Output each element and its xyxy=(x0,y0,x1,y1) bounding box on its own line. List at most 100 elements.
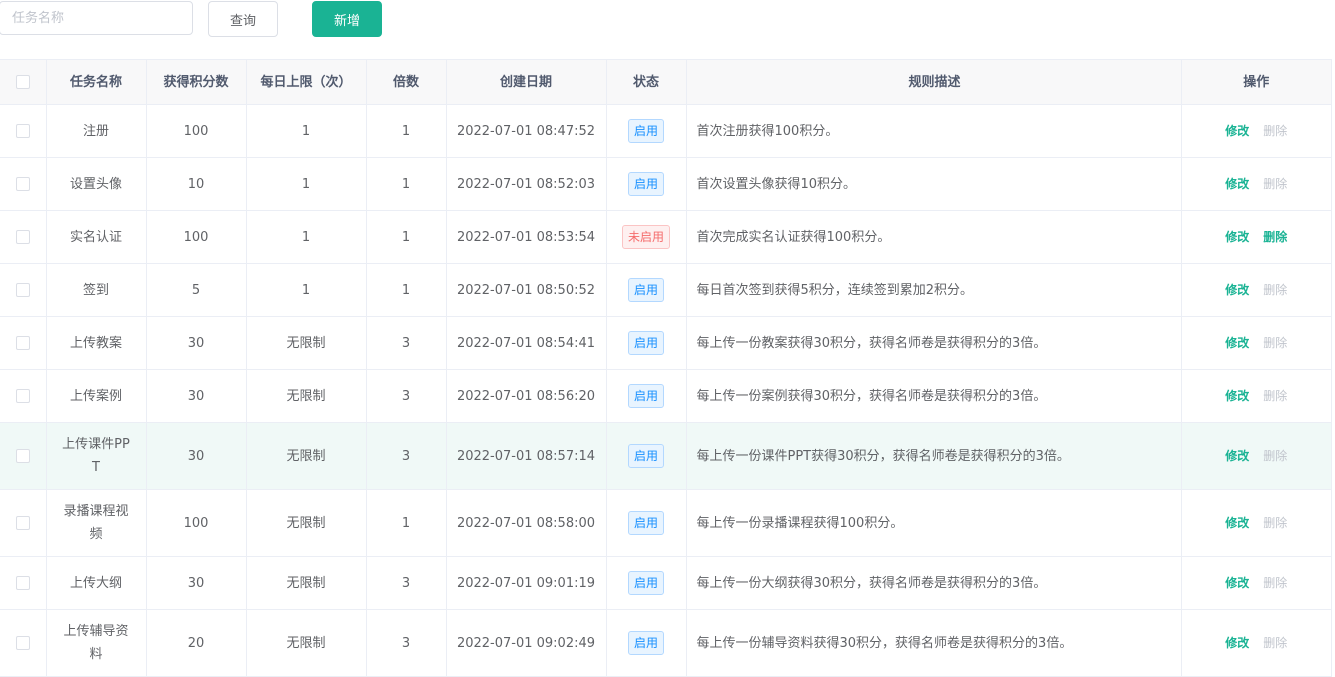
select-all-cell xyxy=(0,59,47,105)
header-created-date: 创建日期 xyxy=(446,59,607,105)
add-button[interactable]: 新增 xyxy=(312,1,382,37)
cell-points: 30 xyxy=(146,422,247,490)
task-table: 任务名称 获得积分数 每日上限（次） 倍数 创建日期 状态 规则描述 操作 注册… xyxy=(0,59,1332,677)
table-row: 上传课件PPT 30 无限制 3 2022-07-01 08:57:14 启用 每上传一份课… xyxy=(0,422,1331,490)
cell-task-name: 上传课件PPT xyxy=(46,422,147,490)
table-row: 签到 5 1 1 2022-07-01 08:50:52 启用 每日首次签到获得5积分，连续… xyxy=(0,263,1331,317)
row-checkbox[interactable] xyxy=(15,389,30,403)
cell-status: 启用 xyxy=(606,489,687,557)
table-row: 录播课程视频 100 无限制 1 2022-07-01 08:58:00 启用 每上传一份录… xyxy=(0,489,1331,557)
row-checkbox[interactable] xyxy=(15,336,30,350)
row-checkbox[interactable] xyxy=(15,230,30,244)
header-multiplier: 倍数 xyxy=(366,59,447,105)
cell-actions: 修改 删除 xyxy=(1181,210,1331,264)
edit-link[interactable]: 修改 xyxy=(1225,516,1249,530)
delete-link[interactable]: 删除 xyxy=(1263,516,1287,530)
header-daily-limit: 每日上限（次） xyxy=(246,59,367,105)
cell-rule-desc: 每上传一份教案获得30积分，获得名师卷是获得积分的3倍。 xyxy=(686,316,1182,370)
cell-created-date: 2022-07-01 09:01:19 xyxy=(446,556,607,610)
delete-link[interactable]: 删除 xyxy=(1263,389,1287,403)
cell-actions: 修改 删除 xyxy=(1181,157,1331,211)
delete-link[interactable]: 删除 xyxy=(1263,576,1287,590)
cell-multiplier: 3 xyxy=(366,609,447,677)
cell-daily-limit: 无限制 xyxy=(246,489,367,557)
edit-link[interactable]: 修改 xyxy=(1225,389,1249,403)
cell-task-name: 上传案例 xyxy=(46,369,147,423)
cell-created-date: 2022-07-01 08:53:54 xyxy=(446,210,607,264)
cell-actions: 修改 删除 xyxy=(1181,422,1331,490)
status-badge: 启用 xyxy=(627,278,664,302)
cell-created-date: 2022-07-01 08:58:00 xyxy=(446,489,607,557)
edit-link[interactable]: 修改 xyxy=(1225,336,1249,350)
cell-status: 启用 xyxy=(606,422,687,490)
delete-link[interactable]: 删除 xyxy=(1263,230,1287,244)
delete-link[interactable]: 删除 xyxy=(1263,636,1287,650)
row-select-cell xyxy=(0,556,47,610)
delete-link[interactable]: 删除 xyxy=(1263,177,1287,191)
edit-link[interactable]: 修改 xyxy=(1225,576,1249,590)
table-row: 实名认证 100 1 1 2022-07-01 08:53:54 未启用 首次完成实名认证获… xyxy=(0,210,1331,264)
cell-created-date: 2022-07-01 08:57:14 xyxy=(446,422,607,490)
status-badge: 启用 xyxy=(627,119,664,143)
row-checkbox[interactable] xyxy=(15,636,30,650)
cell-points: 30 xyxy=(146,316,247,370)
cell-rule-desc: 首次注册获得100积分。 xyxy=(686,104,1182,158)
table-row: 上传辅导资料 20 无限制 3 2022-07-01 09:02:49 启用 每上传一份辅导… xyxy=(0,609,1331,677)
status-badge: 启用 xyxy=(627,172,664,196)
task-name-search-input[interactable] xyxy=(0,1,193,35)
cell-multiplier: 1 xyxy=(366,210,447,264)
cell-task-name: 上传教案 xyxy=(46,316,147,370)
delete-link[interactable]: 删除 xyxy=(1263,124,1287,138)
cell-daily-limit: 无限制 xyxy=(246,422,367,490)
select-all-checkbox[interactable] xyxy=(15,75,30,89)
row-select-cell xyxy=(0,104,47,158)
cell-points: 30 xyxy=(146,556,247,610)
edit-link[interactable]: 修改 xyxy=(1225,230,1249,244)
delete-link[interactable]: 删除 xyxy=(1263,336,1287,350)
row-checkbox[interactable] xyxy=(15,576,30,590)
cell-daily-limit: 无限制 xyxy=(246,316,367,370)
row-select-cell xyxy=(0,369,47,423)
cell-rule-desc: 每上传一份录播课程获得100积分。 xyxy=(686,489,1182,557)
header-actions: 操作 xyxy=(1181,59,1331,105)
cell-rule-desc: 每上传一份辅导资料获得30积分，获得名师卷是获得积分的3倍。 xyxy=(686,609,1182,677)
query-button[interactable]: 查询 xyxy=(208,1,278,37)
cell-task-name: 签到 xyxy=(46,263,147,317)
row-select-cell xyxy=(0,422,47,490)
cell-points: 5 xyxy=(146,263,247,317)
row-checkbox[interactable] xyxy=(15,449,30,463)
cell-points: 100 xyxy=(146,489,247,557)
edit-link[interactable]: 修改 xyxy=(1225,283,1249,297)
edit-link[interactable]: 修改 xyxy=(1225,636,1249,650)
cell-actions: 修改 删除 xyxy=(1181,556,1331,610)
cell-status: 启用 xyxy=(606,369,687,423)
edit-link[interactable]: 修改 xyxy=(1225,449,1249,463)
cell-actions: 修改 删除 xyxy=(1181,369,1331,423)
status-badge: 启用 xyxy=(627,511,664,535)
row-select-cell xyxy=(0,210,47,264)
toolbar: 查询 新增 xyxy=(0,0,1335,60)
row-checkbox[interactable] xyxy=(15,177,30,191)
cell-multiplier: 1 xyxy=(366,157,447,211)
cell-points: 20 xyxy=(146,609,247,677)
header-points: 获得积分数 xyxy=(146,59,247,105)
row-checkbox[interactable] xyxy=(15,283,30,297)
row-select-cell xyxy=(0,316,47,370)
table-row: 注册 100 1 1 2022-07-01 08:47:52 启用 首次注册获得100积分。… xyxy=(0,104,1331,158)
cell-status: 未启用 xyxy=(606,210,687,264)
edit-link[interactable]: 修改 xyxy=(1225,124,1249,138)
status-badge: 启用 xyxy=(627,331,664,355)
cell-points: 10 xyxy=(146,157,247,211)
row-checkbox[interactable] xyxy=(15,516,30,530)
cell-task-name: 注册 xyxy=(46,104,147,158)
cell-created-date: 2022-07-01 08:47:52 xyxy=(446,104,607,158)
row-checkbox[interactable] xyxy=(15,124,30,138)
cell-actions: 修改 删除 xyxy=(1181,489,1331,557)
cell-multiplier: 1 xyxy=(366,263,447,317)
status-badge: 未启用 xyxy=(621,225,670,249)
edit-link[interactable]: 修改 xyxy=(1225,177,1249,191)
cell-actions: 修改 删除 xyxy=(1181,609,1331,677)
delete-link[interactable]: 删除 xyxy=(1263,449,1287,463)
delete-link[interactable]: 删除 xyxy=(1263,283,1287,297)
cell-rule-desc: 首次完成实名认证获得100积分。 xyxy=(686,210,1182,264)
